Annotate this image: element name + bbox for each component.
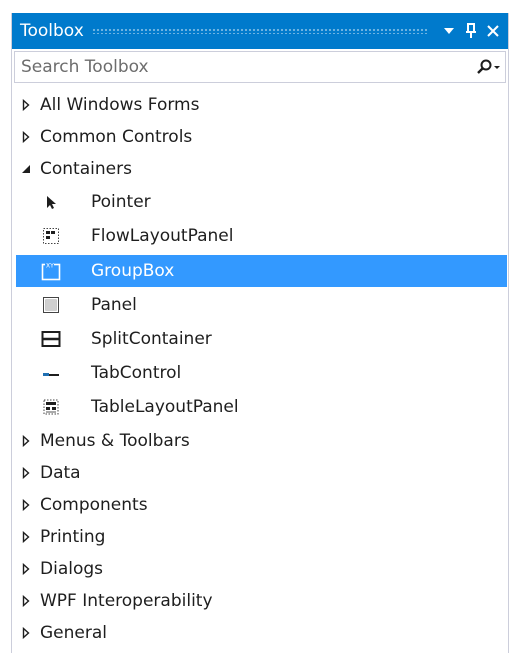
- item-label: GroupBox: [91, 261, 175, 281]
- toolbox-item-splitcontainer[interactable]: SplitContainer: [14, 323, 506, 355]
- group-all-windows-forms[interactable]: All Windows Forms: [14, 89, 506, 121]
- group-containers[interactable]: Containers: [14, 153, 506, 185]
- expand-arrow-icon[interactable]: [16, 627, 36, 639]
- group-label: Common Controls: [40, 127, 193, 147]
- splitcontainer-icon: [39, 327, 63, 351]
- collapse-arrow-icon[interactable]: [16, 164, 36, 174]
- close-icon: [487, 25, 499, 37]
- tablelayoutpanel-icon: [39, 395, 63, 419]
- search-icon: [477, 59, 500, 74]
- group-wpf-interoperability[interactable]: WPF Interoperability: [14, 585, 506, 617]
- group-label: All Windows Forms: [40, 95, 200, 115]
- tabcontrol-icon: [39, 361, 63, 385]
- toolbox-item-tabcontrol[interactable]: TabControl: [14, 357, 506, 389]
- expand-arrow-icon[interactable]: [16, 99, 36, 111]
- toolbox-tree: All Windows Forms Common Controls Contai…: [12, 85, 508, 653]
- svg-text:XY: XY: [46, 263, 54, 270]
- expand-arrow-icon[interactable]: [16, 531, 36, 543]
- pointer-icon: [39, 190, 63, 214]
- group-menus-toolbars[interactable]: Menus & Toolbars: [14, 425, 506, 457]
- expand-arrow-icon[interactable]: [16, 131, 36, 143]
- expand-arrow-icon[interactable]: [16, 595, 36, 607]
- group-dialogs[interactable]: Dialogs: [14, 553, 506, 585]
- drag-grip[interactable]: [91, 28, 428, 34]
- toolbox-item-pointer[interactable]: Pointer: [14, 186, 506, 218]
- group-common-controls[interactable]: Common Controls: [14, 121, 506, 153]
- toolbox-item-tablelayoutpanel[interactable]: TableLayoutPanel: [14, 391, 506, 423]
- item-label: TableLayoutPanel: [91, 397, 239, 417]
- window-position-dropdown-button[interactable]: [438, 13, 460, 49]
- toolbox-item-groupbox[interactable]: XY GroupBox: [16, 255, 507, 287]
- expand-arrow-icon[interactable]: [16, 499, 36, 511]
- group-general[interactable]: General: [14, 617, 506, 649]
- panel-icon: [39, 293, 63, 317]
- group-label: Menus & Toolbars: [40, 431, 190, 451]
- toolbox-item-panel[interactable]: Panel: [14, 289, 506, 321]
- group-data[interactable]: Data: [14, 457, 506, 489]
- group-label: WPF Interoperability: [40, 591, 213, 611]
- search-box: [14, 51, 506, 83]
- item-label: SplitContainer: [91, 329, 212, 349]
- item-label: Pointer: [91, 192, 151, 212]
- toolbox-titlebar[interactable]: Toolbox: [12, 13, 508, 49]
- group-printing[interactable]: Printing: [14, 521, 506, 553]
- dropdown-arrow-icon: [444, 28, 454, 34]
- expand-arrow-icon[interactable]: [16, 563, 36, 575]
- search-button[interactable]: [471, 53, 505, 81]
- toolbox-window: Toolbox Search Toolbox All Windows Forms…: [11, 13, 509, 653]
- toolbox-title: Toolbox: [20, 21, 84, 41]
- item-label: Panel: [91, 295, 137, 315]
- item-label: TabControl: [91, 363, 182, 383]
- close-button[interactable]: [482, 13, 504, 49]
- group-label: General: [40, 623, 107, 643]
- toolbox-item-flowlayoutpanel[interactable]: FlowLayoutPanel: [14, 220, 506, 252]
- item-label: FlowLayoutPanel: [91, 226, 234, 246]
- group-label: Printing: [40, 527, 106, 547]
- group-components[interactable]: Components: [14, 489, 506, 521]
- group-label: Data: [40, 463, 81, 483]
- auto-hide-pin-button[interactable]: [460, 13, 482, 49]
- group-label: Containers: [40, 159, 132, 179]
- expand-arrow-icon[interactable]: [16, 435, 36, 447]
- flowlayoutpanel-icon: [39, 224, 63, 248]
- pin-icon: [466, 23, 476, 38]
- expand-arrow-icon[interactable]: [16, 467, 36, 479]
- groupbox-icon: XY: [39, 259, 63, 283]
- search-input[interactable]: [15, 52, 471, 82]
- group-label: Components: [40, 495, 148, 515]
- group-label: Dialogs: [40, 559, 104, 579]
